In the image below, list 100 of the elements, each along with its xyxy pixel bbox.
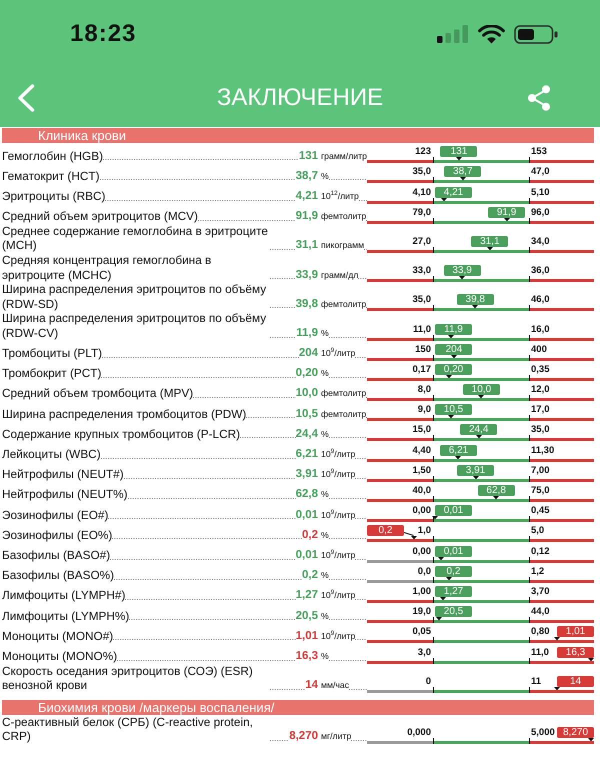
value-badge: 0,20 (435, 364, 472, 375)
range-min-label: 40,0 (412, 485, 431, 496)
test-name: Тромбокрит (PCT) (2, 366, 102, 381)
value-badge: 91,9 (488, 206, 526, 218)
range-min-label: 11,0 (413, 324, 431, 334)
range-max-label: 12,0 (531, 384, 550, 396)
value-badge: 1,01 (557, 626, 594, 638)
result-value: 33,9 (296, 268, 318, 282)
result-value: 10,0 (296, 386, 318, 402)
result-value: 31,1 (296, 238, 318, 253)
test-name: Лимфоциты (LYMPH#) (2, 588, 126, 603)
result-value: 0,01 (296, 508, 318, 522)
test-name: Ширина распределения тромбоцитов (PDW) (2, 406, 246, 422)
test-name: Содержание крупных тромбоцитов (P-LCR) (2, 426, 240, 442)
range-min-label: 9,0 (418, 404, 431, 416)
range-min-label: 33,0 (412, 265, 431, 276)
share-icon[interactable] (527, 84, 551, 110)
range-min-label: 0,17 (412, 364, 431, 375)
range-max-label: 0,12 (531, 546, 550, 557)
range-min-label: 1,00 (412, 586, 431, 597)
test-name: Гематокрит (HCT) (2, 168, 100, 184)
result-value: 11,9 (296, 326, 318, 340)
result-value: 0,01 (296, 548, 318, 563)
section-header: Клиника крови (2, 128, 594, 143)
range-min-label: 150 (415, 344, 431, 355)
unit-label: 10$^{9}$/литр (321, 447, 356, 462)
result-value: 3,91 (296, 467, 318, 482)
unit-label: мм/час (321, 679, 350, 692)
test-name: Скорость оседания эритроцитов (СОЭ) (ESR) венозной крови (2, 664, 254, 693)
test-name: Эозинофилы (EO%) (2, 528, 112, 542)
result-value: 24,4 (296, 426, 318, 442)
result-value: 39,8 (296, 296, 318, 312)
test-name: Нейтрофилы (NEUT#) (2, 467, 124, 482)
unit-label: % (321, 488, 329, 502)
range-max-label: 44,0 (531, 606, 550, 618)
test-name: Средний объем эритроцитов (MCV) (2, 209, 198, 224)
range-min-label: 3,0 (418, 646, 431, 658)
result-value: 131 (298, 148, 318, 164)
test-name: Среднее содержание гемоглобина в эритроците (MCH) (2, 224, 269, 253)
result-value: 0,2 (302, 528, 318, 542)
result-value: 4,21 (296, 188, 318, 204)
range-max-label: 46,0 (531, 294, 550, 306)
unit-label: % (321, 326, 329, 340)
test-name: Средний объем тромбоцита (MPV) (2, 386, 194, 402)
result-value: 0,20 (296, 366, 318, 381)
range-max-label: 3,70 (531, 586, 550, 597)
range-max-label: 5,000 (531, 726, 555, 738)
unit-label: % (321, 170, 329, 183)
value-badge: 0,01 (435, 505, 472, 516)
unit-label: % (321, 528, 329, 542)
range-min-label: 0,000 (407, 726, 431, 738)
unit-label: фемтолитр (321, 210, 366, 224)
test-name: Средняя концентрация гемоглобина в эритроците (MCHC) (2, 252, 212, 282)
unit-label: % (321, 428, 329, 441)
test-name: Базофилы (BASO%) (2, 568, 114, 583)
value-badge: 39,8 (456, 294, 494, 306)
value-badge: 0,2 (435, 566, 472, 577)
test-name: С-реактивный белок (СРБ) (C-reactive protein, CRP) (2, 714, 254, 744)
range-min-label: 19,0 (412, 606, 431, 618)
value-badge: 11,9 (435, 324, 472, 334)
result-value: 1,01 (296, 628, 318, 644)
range-max-label: 7,00 (531, 464, 550, 476)
range-max-label: 36,0 (531, 265, 550, 276)
range-min-label: 123 (415, 146, 431, 158)
value-badge: 131 (440, 146, 478, 158)
unit-label: 10$^{9}$/литр (321, 467, 356, 482)
range-min-label: 79,0 (412, 206, 431, 218)
test-name: Гемоглобин (HGB) (2, 148, 104, 164)
range-max-label: 47,0 (531, 166, 550, 178)
result-value: 20,5 (296, 608, 318, 624)
unit-label: 10$^{9}$/литр (321, 588, 356, 602)
value-badge: 20,5 (435, 606, 472, 618)
range-min-label: 0,0 (418, 566, 431, 577)
battery-icon (514, 24, 558, 44)
range-max-label: 75,0 (531, 485, 550, 496)
unit-label: фемтолитр (321, 387, 366, 400)
unit-label: 10$^{9}$/литр (321, 628, 356, 643)
unit-label: 10$^{12}$/литр (321, 188, 359, 203)
test-name: Эозинофилы (EO#) (2, 508, 108, 522)
unit-label: % (321, 650, 329, 663)
result-value: 8,270 (289, 729, 318, 744)
range-min-label: 0,05 (412, 626, 431, 638)
unit-label: мг/литр (321, 730, 352, 744)
range-min-label: 4,40 (412, 444, 431, 456)
test-name: Лейкоциты (WBC) (2, 447, 101, 462)
range-min-label: 1,50 (412, 464, 431, 476)
back-icon[interactable] (17, 84, 35, 112)
test-name: Эритроциты (RBC) (2, 188, 106, 204)
value-badge: 204 (435, 344, 472, 355)
value-badge: 31,1 (471, 236, 508, 247)
range-min-label: 15,0 (412, 424, 431, 436)
test-name: Моноциты (MONO#) (2, 628, 114, 644)
test-name: Ширина распределения эритроцитов по объёму (RDW-SD) (2, 282, 268, 312)
result-value: 62,8 (296, 487, 318, 502)
range-max-label: 17,0 (531, 404, 550, 416)
range-min-label: 0 (426, 676, 431, 687)
unit-label: % (321, 569, 329, 582)
test-name: Лимфоциты (LYMPH%) (2, 608, 130, 624)
signal-icon (437, 25, 469, 43)
unit-label: фемтолитр (321, 298, 366, 311)
